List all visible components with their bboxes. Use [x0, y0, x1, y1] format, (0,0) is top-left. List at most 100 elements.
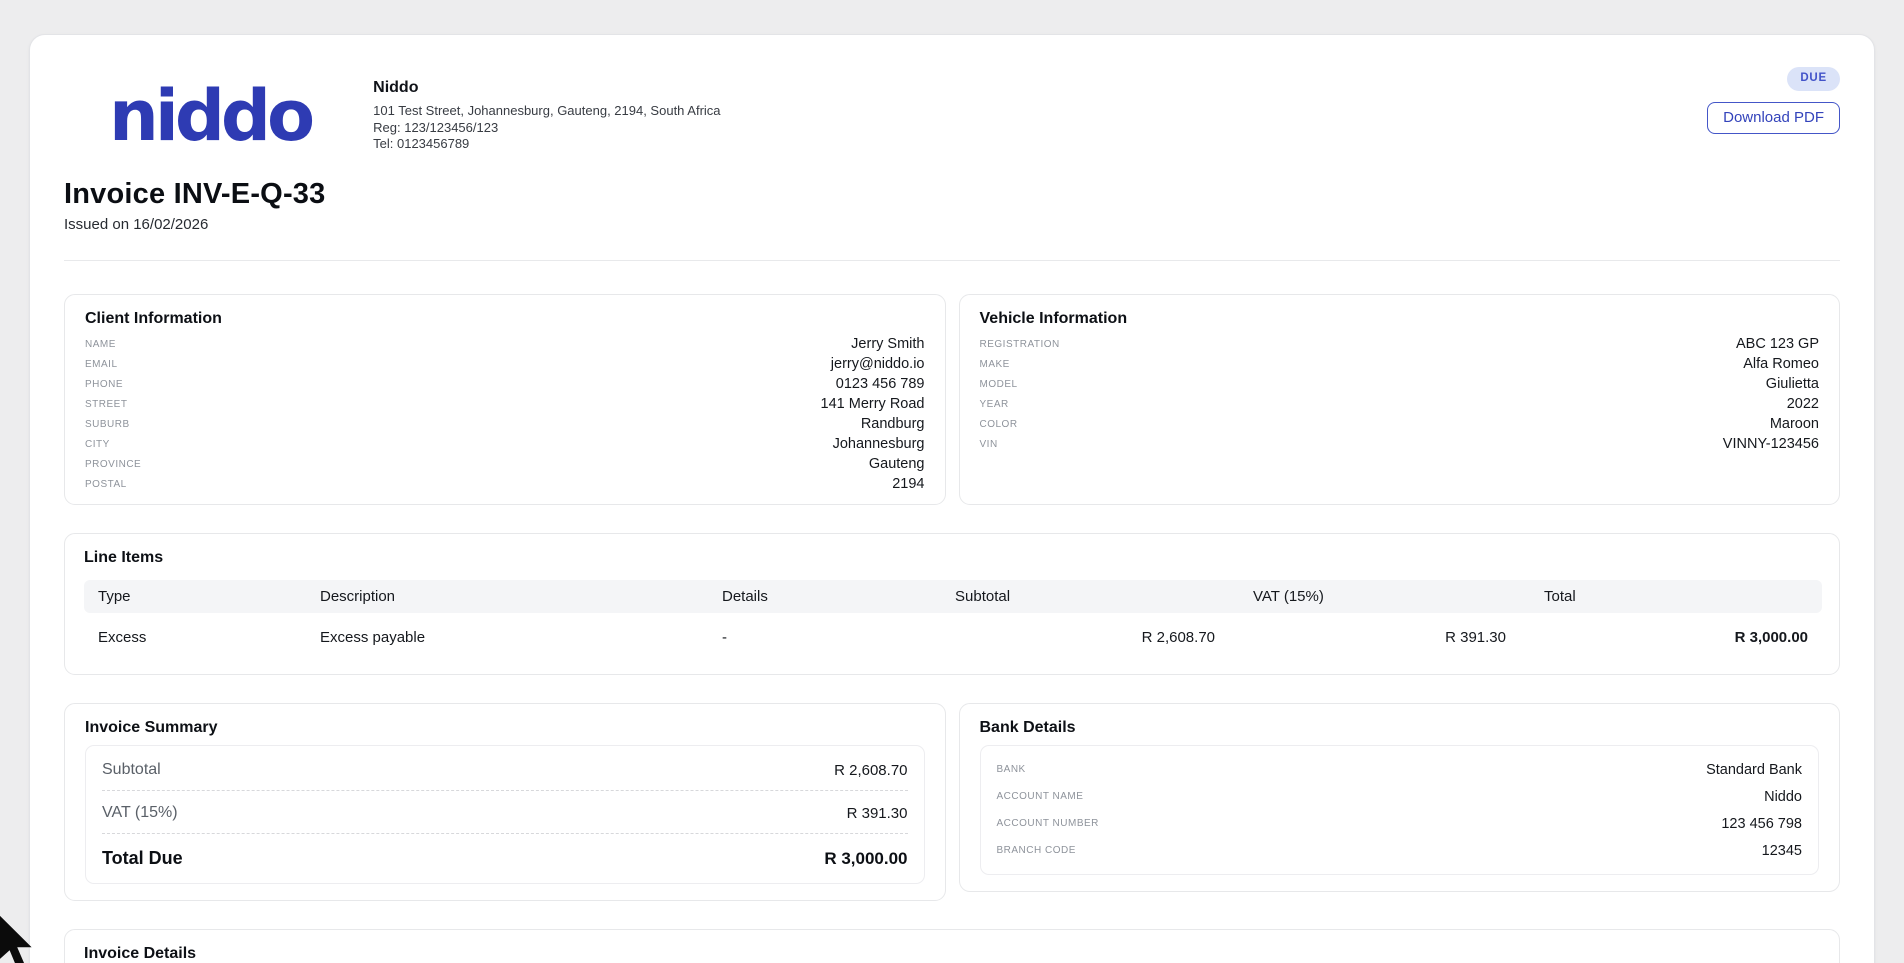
invoice-summary-title: Invoice Summary [85, 718, 925, 737]
line-item-description: Excess payable [306, 613, 708, 662]
column-header-details: Details [708, 580, 941, 613]
info-cards-row: Client Information NAME Jerry Smith EMAI… [64, 294, 1840, 505]
line-item-subtotal: R 2,608.70 [941, 613, 1239, 662]
bank-details-card: Bank Details BANK Standard Bank ACCOUNT … [959, 703, 1841, 892]
total-due-label: Total Due [102, 848, 183, 869]
company-address: 101 Test Street, Johannesburg, Gauteng, … [373, 103, 720, 120]
column-header-subtotal: Subtotal [941, 580, 1239, 613]
vehicle-make-value: Alfa Romeo [1743, 356, 1819, 372]
client-information-card: Client Information NAME Jerry Smith EMAI… [64, 294, 946, 505]
client-row-suburb: SUBURB Randburg [85, 414, 925, 434]
client-name-label: NAME [85, 339, 116, 350]
bank-row-branch-code: BRANCH CODE 12345 [997, 837, 1803, 864]
vehicle-row-vin: VIN VINNY-123456 [980, 434, 1820, 454]
header-actions: DUE Download PDF [1707, 67, 1840, 134]
vehicle-year-value: 2022 [1787, 396, 1819, 412]
bank-branch-code-label: BRANCH CODE [997, 845, 1076, 856]
line-item-row: Excess Excess payable - R 2,608.70 R 391… [84, 613, 1822, 662]
client-suburb-value: Randburg [861, 416, 925, 432]
bank-row-account-name: ACCOUNT NAME Niddo [997, 783, 1803, 810]
invoice-summary-card: Invoice Summary Subtotal R 2,608.70 VAT … [64, 703, 946, 901]
vehicle-year-label: YEAR [980, 399, 1009, 410]
vehicle-information-card: Vehicle Information REGISTRATION ABC 123… [959, 294, 1841, 505]
total-due-value: R 3,000.00 [824, 849, 907, 869]
niddo-logo: niddo [109, 73, 311, 159]
line-item-details: - [708, 613, 941, 662]
vehicle-row-registration: REGISTRATION ABC 123 GP [980, 334, 1820, 354]
client-postal-value: 2194 [892, 476, 924, 492]
client-postal-label: POSTAL [85, 479, 127, 490]
line-items-title: Line Items [84, 548, 1820, 567]
mouse-cursor [0, 913, 34, 963]
invoice-summary-panel: Subtotal R 2,608.70 VAT (15%) R 391.30 T… [85, 745, 925, 884]
vehicle-model-value: Giulietta [1766, 376, 1819, 392]
client-province-label: PROVINCE [85, 459, 141, 470]
invoice-details-title: Invoice Details [84, 944, 1820, 963]
vehicle-color-label: COLOR [980, 419, 1018, 430]
summary-cards-row: Invoice Summary Subtotal R 2,608.70 VAT … [64, 703, 1840, 901]
brand-block: niddo Niddo 101 Test Street, Johannesbur… [64, 73, 721, 159]
vehicle-model-label: MODEL [980, 379, 1018, 390]
company-phone: Tel: 0123456789 [373, 136, 720, 153]
client-information-title: Client Information [85, 309, 925, 328]
bank-name-label: BANK [997, 764, 1026, 775]
page-header: niddo Niddo 101 Test Street, Johannesbur… [64, 73, 1840, 159]
column-header-type: Type [84, 580, 306, 613]
vehicle-registration-label: REGISTRATION [980, 339, 1060, 350]
line-items-card: Line Items Type Description Details Subt… [64, 533, 1840, 675]
bank-row-bank: BANK Standard Bank [997, 756, 1803, 783]
client-row-city: CITY Johannesburg [85, 434, 925, 454]
bank-details-title: Bank Details [980, 718, 1820, 737]
column-header-total: Total [1530, 580, 1822, 613]
client-street-value: 141 Merry Road [821, 396, 925, 412]
summary-subtotal-value: R 2,608.70 [834, 762, 907, 779]
vehicle-color-value: Maroon [1770, 416, 1819, 432]
bank-account-name-label: ACCOUNT NAME [997, 791, 1084, 802]
download-pdf-button[interactable]: Download PDF [1707, 102, 1840, 135]
line-items-header-row: Type Description Details Subtotal VAT (1… [84, 580, 1822, 613]
summary-vat-value: R 391.30 [847, 805, 908, 822]
invoice-content: niddo Niddo 101 Test Street, Johannesbur… [64, 35, 1840, 963]
line-item-vat: R 391.30 [1239, 613, 1530, 662]
client-row-email: EMAIL jerry@niddo.io [85, 354, 925, 374]
company-info: Niddo 101 Test Street, Johannesburg, Gau… [373, 73, 720, 153]
vehicle-row-make: MAKE Alfa Romeo [980, 354, 1820, 374]
column-header-description: Description [306, 580, 708, 613]
client-name-value: Jerry Smith [851, 336, 924, 352]
bank-name-value: Standard Bank [1706, 762, 1802, 778]
status-badge: DUE [1787, 67, 1840, 91]
summary-total-row: Total Due R 3,000.00 [102, 834, 908, 869]
line-items-table: Type Description Details Subtotal VAT (1… [84, 580, 1822, 662]
client-email-value: jerry@niddo.io [831, 356, 925, 372]
column-header-vat: VAT (15%) [1239, 580, 1530, 613]
client-row-name: NAME Jerry Smith [85, 334, 925, 354]
client-phone-value: 0123 456 789 [836, 376, 925, 392]
invoice-title: Invoice INV-E-Q-33 [64, 177, 1840, 211]
bank-branch-code-value: 12345 [1762, 843, 1802, 859]
bank-account-name-value: Niddo [1764, 789, 1802, 805]
invoice-issued-date: Issued on 16/02/2026 [64, 216, 1840, 233]
client-city-label: CITY [85, 439, 110, 450]
header-divider [64, 260, 1840, 261]
company-reg-number: Reg: 123/123456/123 [373, 120, 720, 137]
summary-row-vat: VAT (15%) R 391.30 [102, 791, 908, 834]
client-city-value: Johannesburg [833, 436, 925, 452]
invoice-page-card: niddo Niddo 101 Test Street, Johannesbur… [29, 34, 1875, 963]
invoice-details-card: Invoice Details [64, 929, 1840, 963]
vehicle-row-color: COLOR Maroon [980, 414, 1820, 434]
client-information-rows: NAME Jerry Smith EMAIL jerry@niddo.io PH… [85, 334, 925, 494]
bank-account-number-label: ACCOUNT NUMBER [997, 818, 1099, 829]
client-province-value: Gauteng [869, 456, 925, 472]
vehicle-row-model: MODEL Giulietta [980, 374, 1820, 394]
bank-row-account-number: ACCOUNT NUMBER 123 456 798 [997, 810, 1803, 837]
client-row-street: STREET 141 Merry Road [85, 394, 925, 414]
vehicle-vin-value: VINNY-123456 [1723, 436, 1819, 452]
client-phone-label: PHONE [85, 379, 123, 390]
bank-account-number-value: 123 456 798 [1721, 816, 1802, 832]
vehicle-make-label: MAKE [980, 359, 1010, 370]
summary-row-subtotal: Subtotal R 2,608.70 [102, 748, 908, 791]
summary-subtotal-label: Subtotal [102, 761, 161, 779]
vehicle-information-rows: REGISTRATION ABC 123 GP MAKE Alfa Romeo … [980, 334, 1820, 454]
vehicle-vin-label: VIN [980, 439, 998, 450]
company-name: Niddo [373, 79, 720, 97]
